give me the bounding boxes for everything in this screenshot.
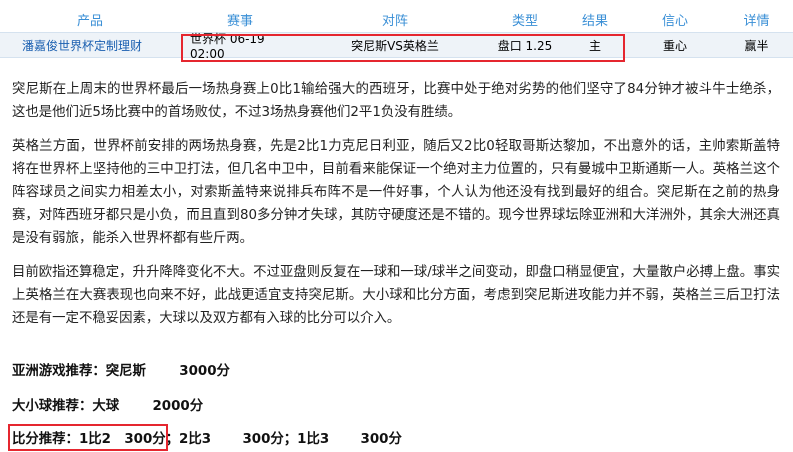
- header-detail: 详情: [743, 13, 770, 29]
- total-label: 大小球推荐：大球: [12, 399, 120, 414]
- score-points-3: 300分: [360, 432, 402, 447]
- product-link[interactable]: 潘嘉俊世界杯定制理财: [0, 37, 180, 54]
- score-points-2: 300分；1比3: [242, 432, 330, 447]
- header-confidence: 信心: [661, 13, 688, 29]
- header-result: 结果: [581, 13, 608, 29]
- article-body: 突尼斯在上周末的世界杯最后一场热身赛上0比1输给强大的西班牙，比赛中处于绝对劣势…: [12, 78, 780, 341]
- header-event: 赛事: [226, 13, 253, 29]
- paragraph: 目前欧指还算稳定，升升降降变化不大。不过亚盘则反复在一球和一球/球半之间变动，即…: [12, 265, 780, 326]
- asian-points: 3000分: [179, 364, 230, 379]
- asian-recommendation: 亚洲游戏推荐：突尼斯 3000分: [12, 359, 230, 379]
- highlight-box-score: [8, 424, 168, 451]
- detail-cell: 赢半: [744, 38, 769, 53]
- paragraph: 英格兰方面，世界杯前安排的两场热身赛，先是2比1力克尼日利亚，随后又2比0轻取哥…: [12, 139, 780, 246]
- asian-label: 亚洲游戏推荐：突尼斯: [12, 364, 146, 379]
- total-recommendation: 大小球推荐：大球 2000分: [12, 394, 203, 414]
- highlight-box-match: [181, 34, 625, 62]
- header-type: 类型: [511, 13, 538, 29]
- confidence-cell: 重心: [662, 38, 687, 53]
- table-header: 产品 赛事 对阵 类型 结果 信心 详情: [0, 6, 793, 32]
- total-points: 2000分: [152, 399, 204, 414]
- header-match: 对阵: [381, 13, 408, 29]
- paragraph: 突尼斯在上周末的世界杯最后一场热身赛上0比1输给强大的西班牙，比赛中处于绝对劣势…: [12, 82, 780, 120]
- header-product: 产品: [76, 13, 103, 29]
